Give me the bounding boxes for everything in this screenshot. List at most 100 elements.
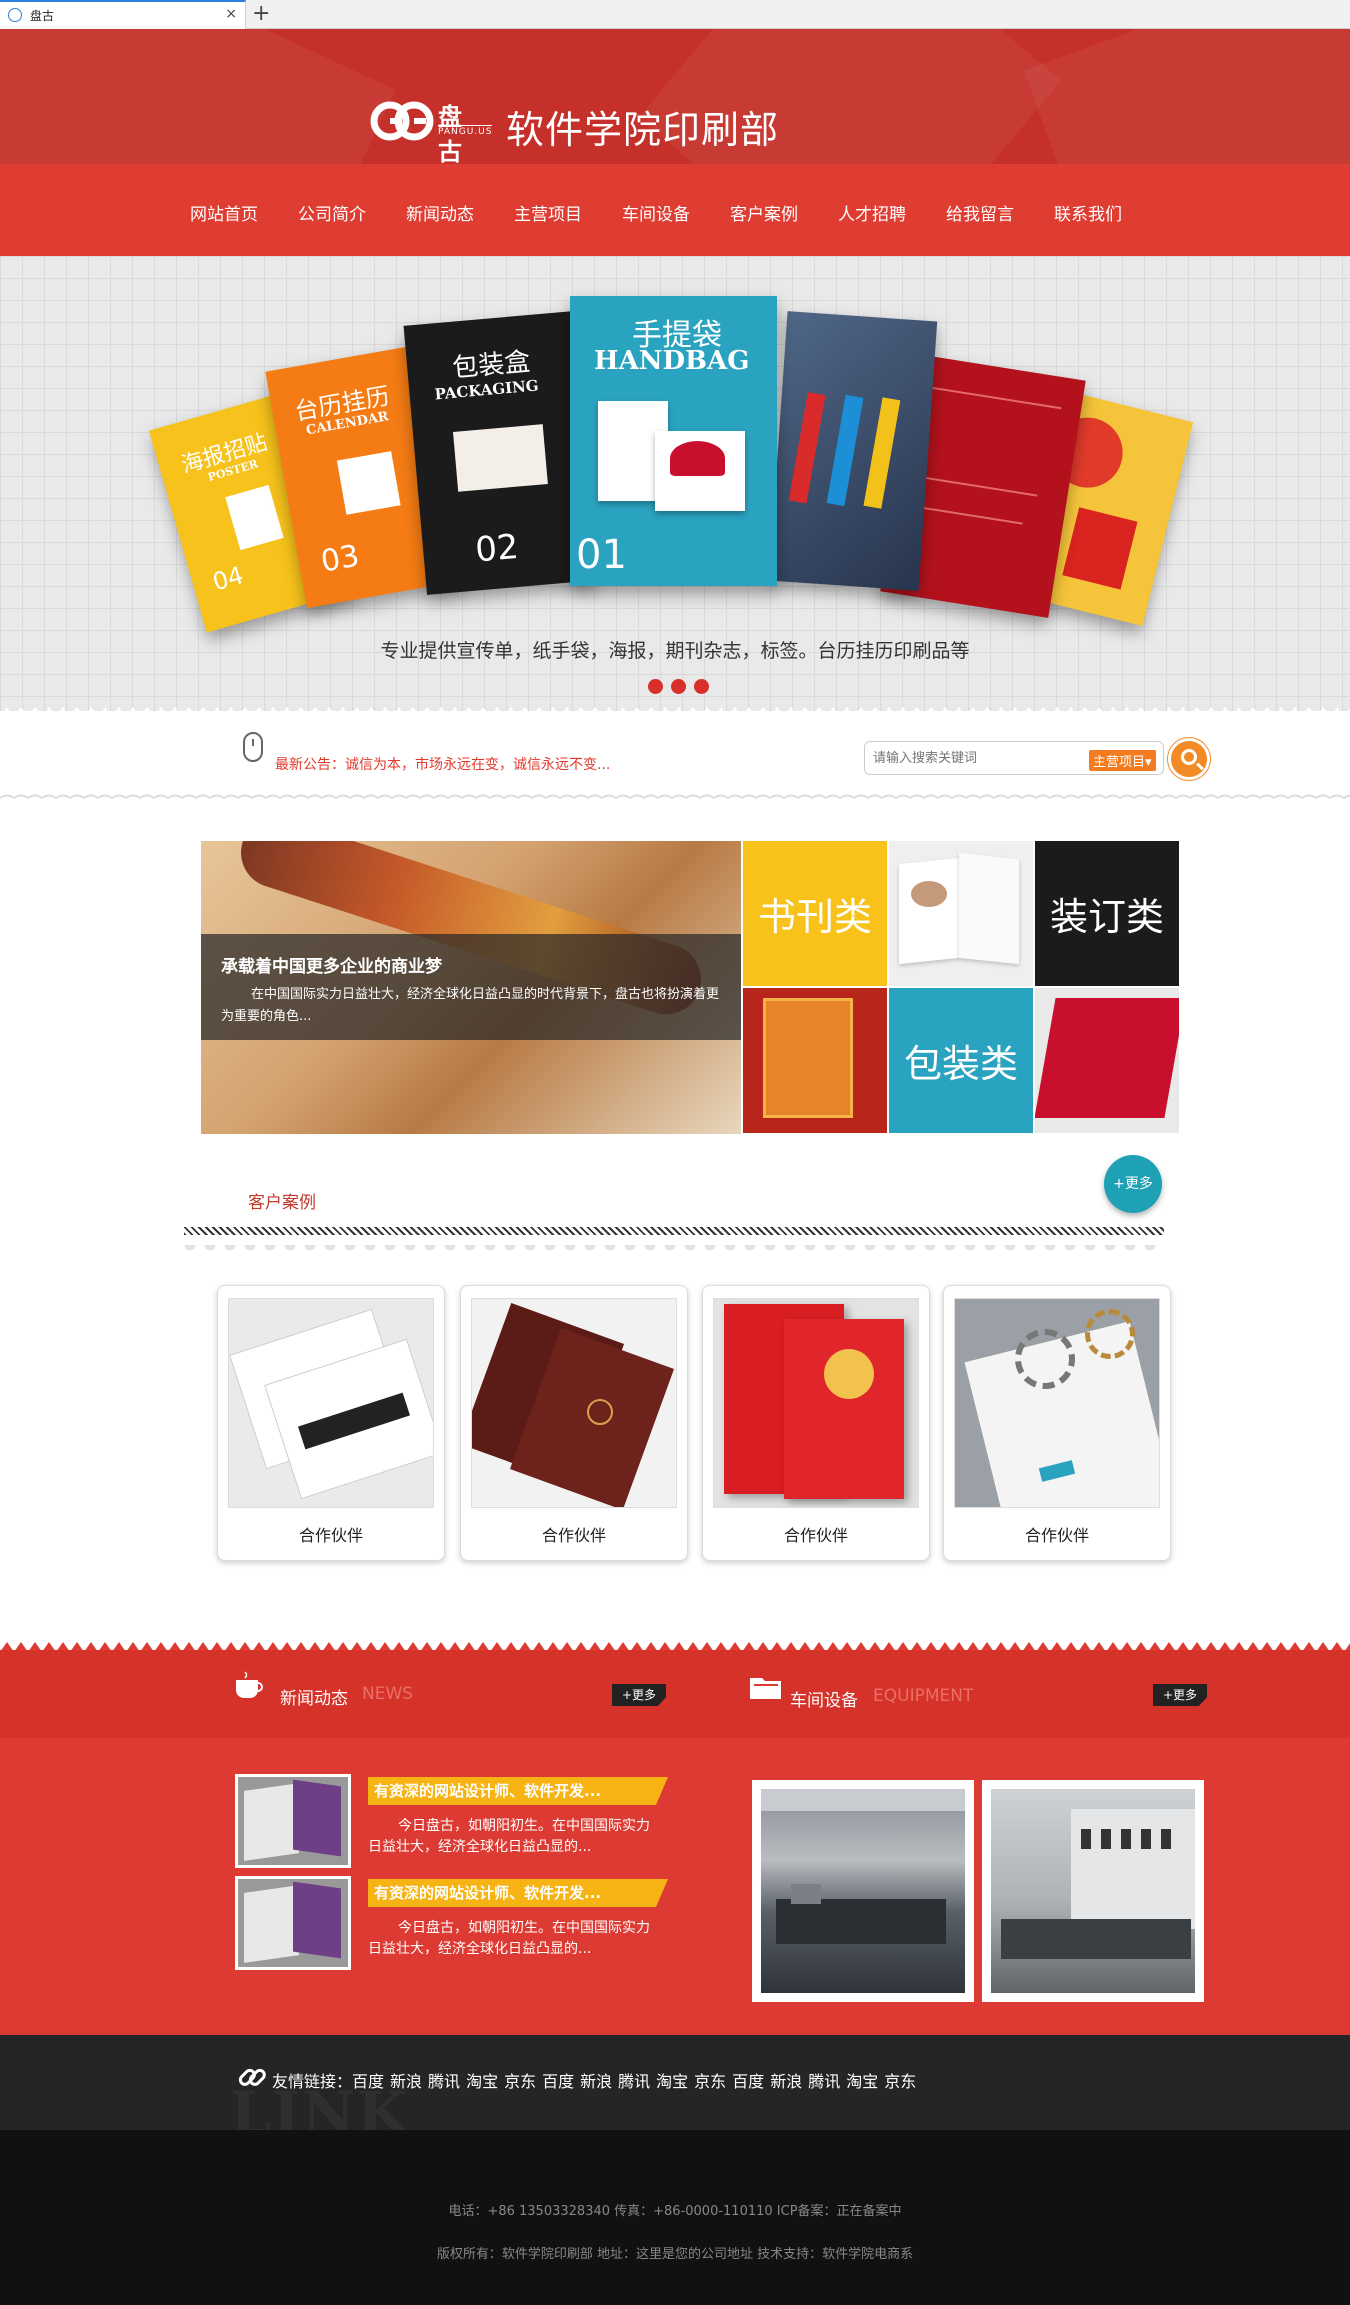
card-number: 04 — [209, 560, 247, 597]
friend-link[interactable]: 京东 — [884, 2072, 916, 2091]
announcement-text[interactable]: 最新公告：诚信为本，市场永远在变，诚信永远不变... — [275, 754, 610, 774]
logo-domain: PANGU.US — [438, 125, 493, 137]
nav-item[interactable]: 联系我们 — [1054, 200, 1122, 225]
greeting-line — [932, 386, 1062, 410]
cases-more-button[interactable]: +更多 — [1104, 1155, 1162, 1213]
news-title: 新闻动态 — [280, 1689, 348, 1709]
header-facet — [1023, 29, 1350, 164]
friend-link[interactable]: 新浪 — [770, 2072, 802, 2091]
card-en-label: HANDBAG — [594, 346, 750, 376]
equipment-title: 车间设备 — [790, 1691, 858, 1711]
nav-item[interactable]: 新闻动态 — [406, 200, 474, 225]
news-thumbnail — [235, 1876, 351, 1970]
friend-link[interactable]: 新浪 — [390, 2072, 422, 2091]
brochure-figure — [911, 881, 947, 907]
site-name: 软件学院印刷部 — [506, 108, 780, 152]
nav-item[interactable]: 给我留言 — [946, 200, 1014, 225]
friend-link[interactable]: 淘宝 — [466, 2072, 498, 2091]
friend-link[interactable]: 淘宝 — [846, 2072, 878, 2091]
friend-link[interactable]: 京东 — [694, 2072, 726, 2091]
case-image-annual-report — [954, 1298, 1160, 1508]
search-button[interactable] — [1168, 738, 1210, 780]
new-tab-button[interactable]: + — [252, 1, 270, 27]
factory-machine — [776, 1899, 946, 1944]
press-machine — [1001, 1919, 1191, 1959]
news-item[interactable]: 有资深的网站设计师、软件开发... 今日盘古，如朝阳初生。在中国国际实力日益壮大… — [235, 1774, 670, 1872]
category-packaging[interactable]: 包装类 — [889, 988, 1033, 1133]
calendar-thumbnail — [336, 451, 401, 515]
case-card[interactable]: 合作伙伴 — [460, 1285, 688, 1561]
nav-item[interactable]: 车间设备 — [622, 200, 690, 225]
friend-link[interactable]: 百度 — [542, 2072, 574, 2091]
friend-link[interactable]: 淘宝 — [656, 2072, 688, 2091]
chain-link-icon — [238, 2068, 266, 2086]
case-card[interactable]: 合作伙伴 — [943, 1285, 1171, 1561]
handbag-motif — [670, 441, 725, 476]
nav-item[interactable]: 人才招聘 — [838, 200, 906, 225]
equipment-photo[interactable] — [982, 1780, 1204, 2002]
page: 盘古 × + 盘古 PANGU.US 软件学院印刷部 网站首页 公司简介 新闻动态主… — [0, 0, 1350, 2305]
friend-link[interactable]: 腾讯 — [808, 2072, 840, 2091]
wavy-divider — [0, 794, 1350, 800]
category-image-folder[interactable] — [1035, 988, 1179, 1133]
card-en-label: PACKAGING — [433, 376, 540, 404]
case-image-brown-folder — [471, 1298, 677, 1508]
factory-floor-image — [761, 1789, 965, 1993]
category-binding[interactable]: 装订类 — [1035, 841, 1179, 986]
slider-dot[interactable] — [671, 679, 686, 694]
site-header: 盘古 PANGU.US 软件学院印刷部 — [0, 29, 1350, 164]
news-title-en: NEWS — [362, 1684, 414, 1704]
banner-card-pencils[interactable] — [768, 311, 938, 591]
news-headline[interactable]: 有资深的网站设计师、软件开发... — [368, 1777, 668, 1805]
case-card[interactable]: 合作伙伴 — [217, 1285, 445, 1561]
case-card[interactable]: 合作伙伴 — [702, 1285, 930, 1561]
friend-link[interactable]: 腾讯 — [618, 2072, 650, 2091]
nav-item[interactable]: 公司简介 — [298, 200, 366, 225]
case-image-magazine — [228, 1298, 434, 1508]
nav-item[interactable]: 网站首页 — [190, 200, 258, 225]
category-books[interactable]: 书刊类 — [743, 841, 887, 986]
friend-link[interactable]: 京东 — [504, 2072, 536, 2091]
search-box: 主营项目▾ — [864, 741, 1164, 775]
logo-mark-icon — [370, 101, 434, 141]
poster-thumbnail — [225, 484, 284, 551]
browser-tab[interactable]: 盘古 × — [0, 0, 246, 29]
nav-item[interactable]: 客户案例 — [730, 200, 798, 225]
factory-machine — [791, 1884, 821, 1904]
pencil-yellow — [863, 397, 901, 509]
equipment-title-en: EQUIPMENT — [873, 1686, 974, 1706]
friend-links: 友情链接：百度 新浪 腾讯 淘宝 京东 百度 新浪 腾讯 淘宝 京东 百度 新浪 腾讯 淘宝 京东 — [272, 2068, 922, 2092]
news-more-button[interactable]: +更多 — [612, 1684, 666, 1706]
equipment-more-button[interactable]: +更多 — [1153, 1684, 1207, 1706]
search-input[interactable] — [873, 749, 1073, 767]
hero-banner: 海报招贴 POSTER 04 台历挂历 CALENDAR 03 包装盒 PACK… — [0, 256, 1350, 711]
search-category-select[interactable]: 主营项目▾ — [1089, 750, 1156, 771]
equipment-photo[interactable] — [752, 1780, 974, 2002]
news-headline[interactable]: 有资深的网站设计师、软件开发... — [368, 1879, 668, 1907]
feature-slide[interactable]: 承载着中国更多企业的商业梦 在中国国际实力日益壮大，经济全球化日益凸显的时代背景… — [201, 841, 741, 1134]
banner-card-handbag[interactable]: 手提袋 HANDBAG 01 — [570, 296, 777, 586]
nav-item[interactable]: 主营项目 — [514, 200, 582, 225]
friend-link[interactable]: 百度 — [352, 2072, 384, 2091]
banner-card-packaging[interactable]: 包装盒 PACKAGING 02 — [403, 311, 597, 595]
pencil-blue — [826, 394, 864, 507]
thumb-page — [293, 1881, 341, 1959]
card-number: 03 — [318, 538, 362, 580]
slider-dot[interactable] — [648, 679, 663, 694]
slider-dot[interactable] — [694, 679, 709, 694]
friend-link[interactable]: 百度 — [732, 2072, 764, 2091]
category-label: 装订类 — [1049, 895, 1164, 939]
news-item[interactable]: 有资深的网站设计师、软件开发... 今日盘古，如朝阳初生。在中国国际实力日益壮大… — [235, 1876, 670, 1974]
category-image-dragon[interactable] — [743, 988, 887, 1133]
links-list: 百度 新浪 腾讯 淘宝 京东 百度 新浪 腾讯 淘宝 京东 百度 新浪 腾讯 淘宝 京东 — [352, 2072, 922, 2091]
friend-link[interactable]: 腾讯 — [428, 2072, 460, 2091]
news-thumbnail — [235, 1774, 351, 1868]
control-dials — [1081, 1829, 1181, 1849]
header-facet — [0, 29, 396, 164]
factory-ceiling — [761, 1789, 965, 1811]
close-icon[interactable]: × — [225, 6, 237, 22]
thumb-page — [244, 1783, 299, 1861]
friend-link[interactable]: 新浪 — [580, 2072, 612, 2091]
footer-contact: 电话：+86 13503328340 传真：+86-0000-110110 IC… — [448, 2204, 902, 2219]
category-image-brochure[interactable] — [889, 841, 1033, 986]
